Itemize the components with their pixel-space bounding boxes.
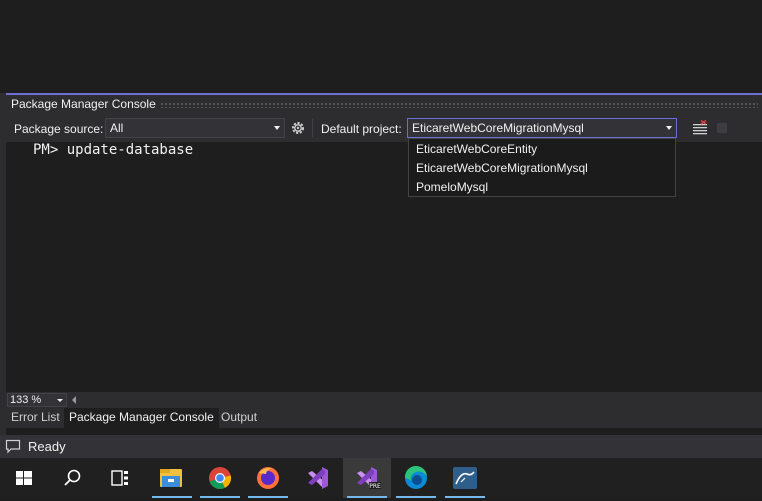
default-project-select[interactable]: EticaretWebCoreMigrationMysql <box>407 118 677 138</box>
stop-icon[interactable] <box>717 123 727 133</box>
panel-title: Package Manager Console <box>11 97 156 111</box>
default-project-value: EticaretWebCoreMigrationMysql <box>412 121 584 135</box>
chevron-down-icon <box>666 126 672 130</box>
package-source-label: Package source: <box>14 122 104 136</box>
chevron-down-icon <box>274 126 280 130</box>
task-view-icon[interactable] <box>96 458 144 498</box>
tab-package-manager-console[interactable]: Package Manager Console <box>64 408 219 428</box>
dropdown-option[interactable]: EticaretWebCoreMigrationMysql <box>416 161 588 175</box>
search-icon[interactable] <box>48 458 96 498</box>
status-text: Ready <box>28 439 66 454</box>
gear-icon[interactable] <box>290 120 306 136</box>
toolbar-separator <box>312 119 313 137</box>
start-icon[interactable] <box>0 458 48 498</box>
dropdown-option[interactable]: EticaretWebCoreEntity <box>416 142 537 156</box>
dropdown-option[interactable]: PomeloMysql <box>416 180 488 194</box>
visual-studio-icon[interactable] <box>294 458 342 498</box>
tab-output[interactable]: Output <box>216 408 262 428</box>
tab-error-list[interactable]: Error List <box>6 408 65 428</box>
zoom-value: 133 % <box>10 394 42 406</box>
file-explorer-icon[interactable] <box>148 458 196 498</box>
package-source-value: All <box>110 121 124 135</box>
console-command-line: PM> update-database <box>33 142 194 158</box>
chevron-down-icon <box>57 399 63 402</box>
visual-studio-preview-icon[interactable]: PRE <box>343 458 391 498</box>
firefox-icon[interactable] <box>244 458 292 498</box>
chrome-icon[interactable] <box>196 458 244 498</box>
default-project-dropdown: EticaretWebCoreEntity EticaretWebCoreMig… <box>408 138 676 197</box>
zoom-select[interactable]: 133 % <box>7 393 67 407</box>
status-message-icon <box>5 439 21 454</box>
edge-icon[interactable] <box>392 458 440 498</box>
zoom-bar <box>6 392 762 407</box>
status-bar <box>0 435 762 458</box>
package-source-select[interactable]: All <box>105 118 285 138</box>
scroll-left-icon[interactable] <box>72 396 76 404</box>
mysql-workbench-icon[interactable] <box>441 458 489 498</box>
clear-console-icon[interactable] <box>692 119 708 136</box>
default-project-label: Default project: <box>321 122 402 136</box>
title-grip[interactable] <box>160 102 758 108</box>
editor-area <box>0 0 762 93</box>
svg-text:PRE: PRE <box>369 483 381 490</box>
